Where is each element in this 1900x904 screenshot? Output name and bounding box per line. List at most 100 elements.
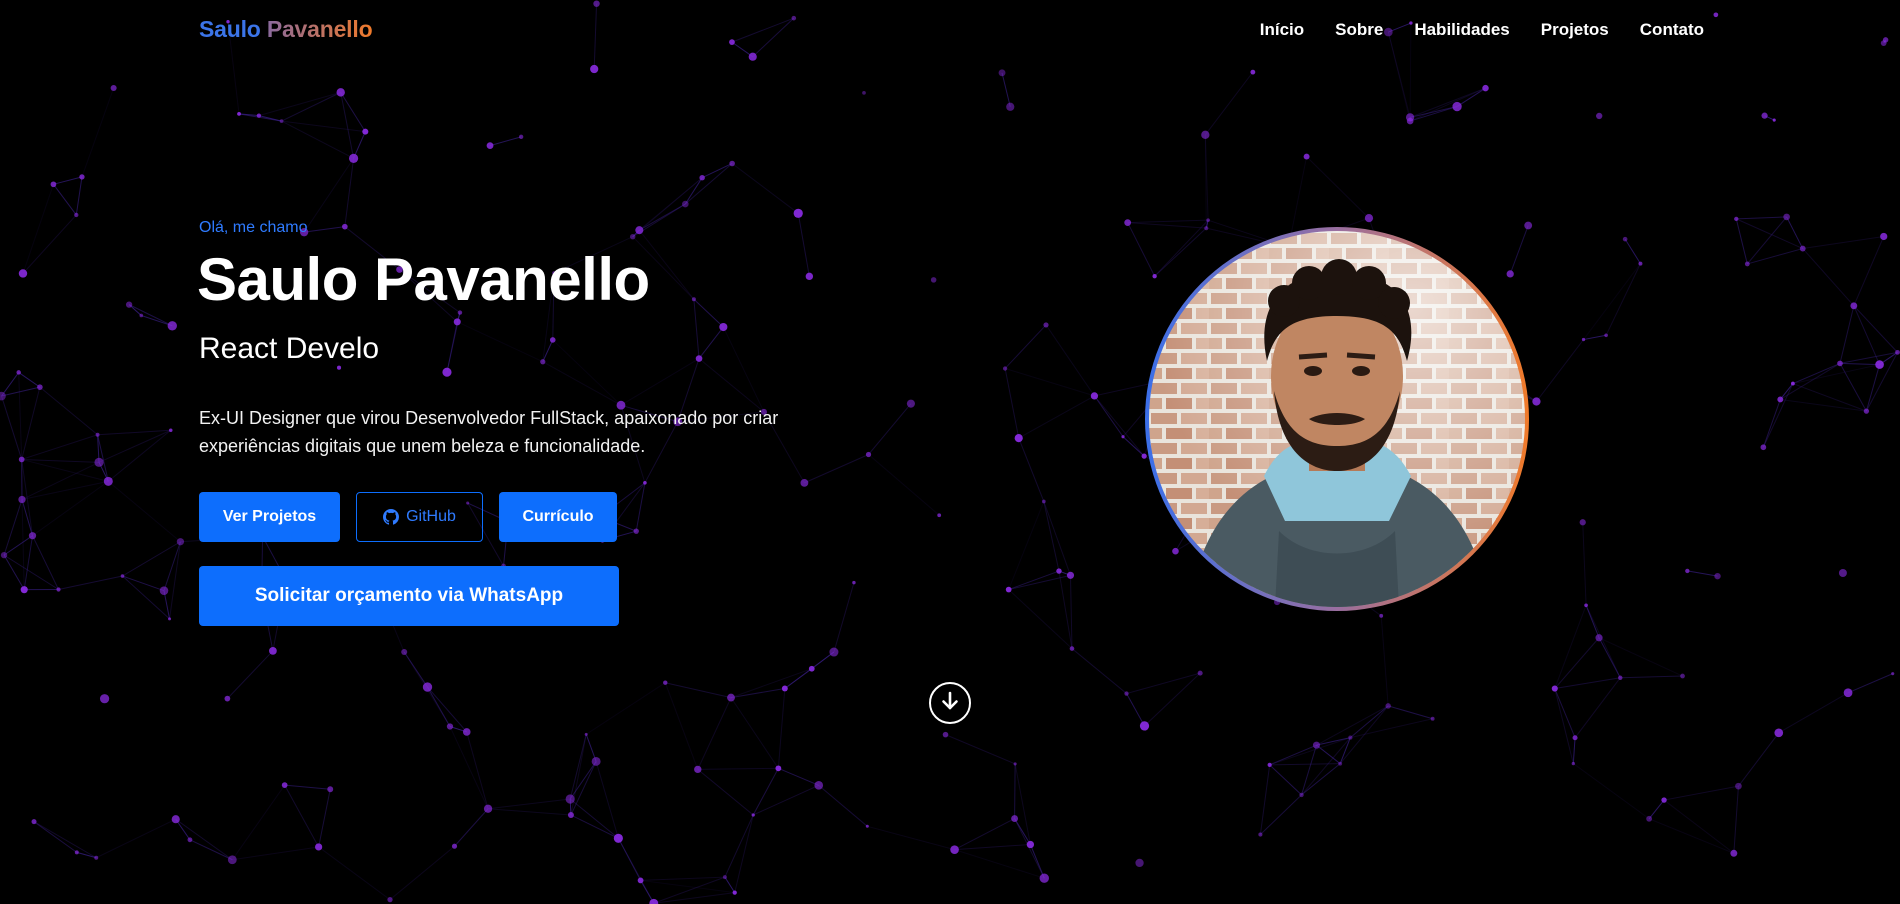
network-link xyxy=(3,499,23,556)
network-node xyxy=(1201,130,1210,140)
network-node xyxy=(540,359,546,365)
network-node xyxy=(224,695,231,702)
network-link xyxy=(1573,763,1650,820)
network-node xyxy=(1760,444,1767,451)
network-link xyxy=(730,697,779,769)
network-link xyxy=(21,499,25,590)
network-node xyxy=(950,845,959,854)
network-link xyxy=(58,575,123,590)
network-link xyxy=(1598,637,1683,677)
network-node xyxy=(635,226,644,235)
network-link xyxy=(1839,305,1855,364)
whatsapp-quote-button[interactable]: Solicitar orçamento via WhatsApp xyxy=(199,566,619,626)
github-button[interactable]: GitHub xyxy=(356,492,483,542)
network-node xyxy=(613,833,623,843)
resume-button[interactable]: Currículo xyxy=(499,492,617,542)
network-node xyxy=(167,321,177,331)
network-node xyxy=(1777,396,1784,403)
network-node xyxy=(171,815,180,824)
network-node xyxy=(1379,613,1384,618)
network-node xyxy=(1843,688,1853,698)
network-node xyxy=(256,113,262,118)
network-link xyxy=(122,575,170,620)
network-link xyxy=(1008,570,1060,591)
network-node xyxy=(1571,761,1575,766)
network-node xyxy=(348,153,359,163)
network-node xyxy=(1026,840,1035,849)
network-node xyxy=(1622,236,1628,242)
network-link xyxy=(595,761,619,839)
network-node xyxy=(1041,499,1046,504)
nav-link-sobre[interactable]: Sobre xyxy=(1335,20,1383,40)
resume-label: Currículo xyxy=(522,508,594,525)
network-link xyxy=(1388,705,1433,720)
network-node xyxy=(1258,832,1263,837)
network-link xyxy=(1204,71,1254,136)
network-node xyxy=(1713,12,1719,18)
network-node xyxy=(862,90,866,95)
network-link xyxy=(1663,785,1739,801)
network-link xyxy=(1663,799,1735,854)
network-link xyxy=(122,575,165,592)
network-link xyxy=(1004,367,1095,397)
scroll-down-button[interactable] xyxy=(929,682,971,724)
github-icon xyxy=(383,509,400,525)
hero-bio: Ex-UI Designer que virou Desenvolvedor F… xyxy=(199,408,779,456)
network-node xyxy=(1551,685,1558,692)
network-node xyxy=(327,786,334,793)
network-link xyxy=(318,846,391,901)
network-node xyxy=(829,647,839,657)
brand-logo[interactable]: Saulo Pavanello xyxy=(199,16,373,43)
network-link xyxy=(1736,218,1803,250)
network-link xyxy=(697,697,732,770)
network-link xyxy=(76,851,97,859)
network-node xyxy=(1267,762,1272,767)
network-link xyxy=(1780,398,1867,412)
network-node xyxy=(20,586,28,594)
nav-link-habilidades[interactable]: Habilidades xyxy=(1414,20,1509,40)
network-link xyxy=(1269,744,1317,766)
nav-link-contato[interactable]: Contato xyxy=(1640,20,1704,40)
network-link xyxy=(1738,732,1780,787)
network-node xyxy=(1348,735,1353,740)
network-link xyxy=(1648,799,1665,820)
network-link xyxy=(1733,786,1739,854)
network-link xyxy=(18,372,23,460)
network-node xyxy=(176,538,185,546)
network-node xyxy=(930,277,937,283)
nav-link-projetos[interactable]: Projetos xyxy=(1541,20,1609,40)
network-node xyxy=(37,384,43,390)
network-link xyxy=(734,814,754,893)
network-link xyxy=(593,3,598,70)
nav-link-inicio[interactable]: Início xyxy=(1260,20,1304,40)
network-node xyxy=(567,812,574,819)
network-link xyxy=(489,136,522,147)
network-link xyxy=(778,767,819,786)
view-projects-button[interactable]: Ver Projetos xyxy=(199,492,340,542)
network-node xyxy=(1604,333,1608,338)
network-link xyxy=(1339,705,1389,764)
network-node xyxy=(1730,849,1738,857)
network-node xyxy=(727,693,735,702)
network-node xyxy=(315,843,323,851)
network-link xyxy=(175,818,233,861)
network-link xyxy=(1792,362,1841,385)
network-node xyxy=(1014,434,1023,443)
network-node xyxy=(1066,571,1075,579)
network-link xyxy=(39,386,98,436)
network-link xyxy=(1735,218,1748,265)
network-link xyxy=(281,120,354,159)
network-node xyxy=(342,223,348,230)
network-link xyxy=(389,845,455,901)
network-node xyxy=(94,457,104,467)
network-link xyxy=(722,326,765,413)
network-link xyxy=(753,784,819,816)
network-link xyxy=(632,177,703,238)
network-node xyxy=(1646,815,1653,822)
network-node xyxy=(1364,214,1374,223)
network-node xyxy=(79,174,85,180)
network-node xyxy=(1532,397,1541,406)
network-link xyxy=(1409,87,1486,122)
network-node xyxy=(168,617,172,621)
network-node xyxy=(18,456,25,463)
